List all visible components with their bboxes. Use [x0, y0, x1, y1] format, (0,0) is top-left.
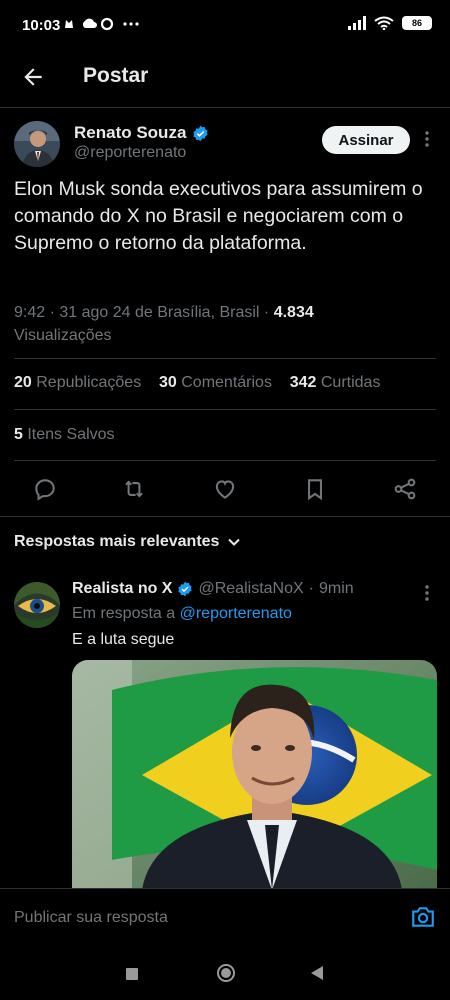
replies-sort-dropdown[interactable]: Respostas mais relevantes	[14, 533, 241, 551]
reply-input[interactable]	[14, 909, 394, 927]
share-icon[interactable]	[392, 476, 418, 502]
circle-icon	[100, 17, 114, 31]
post-text: Elon Musk sonda executivos para assumire…	[14, 178, 423, 254]
author-name-row[interactable]: Renato Souza	[74, 123, 209, 143]
signal-icon	[348, 16, 366, 30]
stats-divider	[14, 409, 436, 410]
verified-badge-icon	[178, 581, 193, 597]
verified-badge-icon	[193, 125, 208, 141]
reply-author-handle[interactable]: @RealistaNoX	[198, 580, 303, 598]
back-arrow-icon[interactable]	[20, 64, 48, 92]
post-time: 9:42	[14, 304, 46, 321]
reply-icon[interactable]	[32, 476, 58, 502]
reply-author-name[interactable]: Realista no X	[72, 580, 172, 598]
like-icon[interactable]	[212, 476, 238, 502]
likes-stat[interactable]: 342 Curtidas	[290, 374, 381, 391]
follow-button[interactable]: Assinar	[322, 126, 410, 154]
cat-icon	[65, 20, 73, 28]
actions-divider	[0, 516, 450, 517]
header-divider	[0, 107, 450, 108]
saved-stat[interactable]: 5 Itens Salvos	[14, 426, 115, 444]
reply-to-handle[interactable]: @reporterenato	[180, 605, 292, 622]
camera-icon[interactable]	[410, 905, 436, 929]
reply-composer	[0, 888, 450, 943]
reply-more-icon[interactable]	[420, 584, 434, 605]
home-icon[interactable]	[216, 963, 236, 983]
back-icon[interactable]	[310, 965, 324, 981]
wifi-icon	[374, 16, 394, 30]
reply-to-prefix: Em resposta a	[72, 605, 176, 622]
reply-avatar[interactable]	[14, 582, 60, 628]
post-meta: 9:42 · 31 ago 24 de Brasília, Brasil · 4…	[14, 304, 314, 344]
author-avatar[interactable]	[14, 121, 60, 167]
recents-icon[interactable]	[126, 967, 138, 980]
repost-icon[interactable]	[121, 476, 147, 502]
status-bar: 10:03 86	[0, 0, 450, 56]
replies-sort-label: Respostas mais relevantes	[14, 533, 220, 550]
reply-time: 9min	[318, 580, 354, 597]
system-nav-bar	[0, 944, 450, 1000]
status-right: 86	[348, 16, 432, 30]
saved-divider	[14, 460, 436, 461]
page-title: Postar	[83, 64, 149, 87]
reply-header[interactable]: Realista no X @RealistaNoX · 9min	[72, 580, 354, 598]
status-left-icons	[63, 16, 143, 35]
chevron-down-icon	[228, 538, 241, 546]
post-more-icon[interactable]	[420, 130, 434, 151]
author-handle[interactable]: @reporterenato	[74, 144, 186, 162]
battery-icon: 86	[402, 16, 432, 30]
reply-image[interactable]	[72, 660, 437, 890]
meta-divider	[14, 358, 436, 359]
top-app-bar: Postar	[0, 56, 450, 108]
post-stats: 20 Republicações 30 Comentários 342 Curt…	[14, 374, 380, 392]
reply-to-line: Em resposta a @reporterenato	[72, 605, 292, 623]
status-time: 10:03	[22, 17, 61, 34]
views-count: 4.834	[273, 304, 314, 321]
comments-stat[interactable]: 30 Comentários	[159, 374, 272, 391]
views-label[interactable]: Visualizações	[14, 327, 112, 344]
cloud-icon	[82, 18, 97, 28]
reposts-stat[interactable]: 20 Republicações	[14, 374, 141, 391]
reply-text: E a luta segue	[72, 631, 175, 648]
post-date: 31 ago 24 de Brasília, Brasil	[59, 304, 260, 321]
bookmark-icon[interactable]	[302, 476, 328, 502]
author-name[interactable]: Renato Souza	[74, 123, 186, 143]
